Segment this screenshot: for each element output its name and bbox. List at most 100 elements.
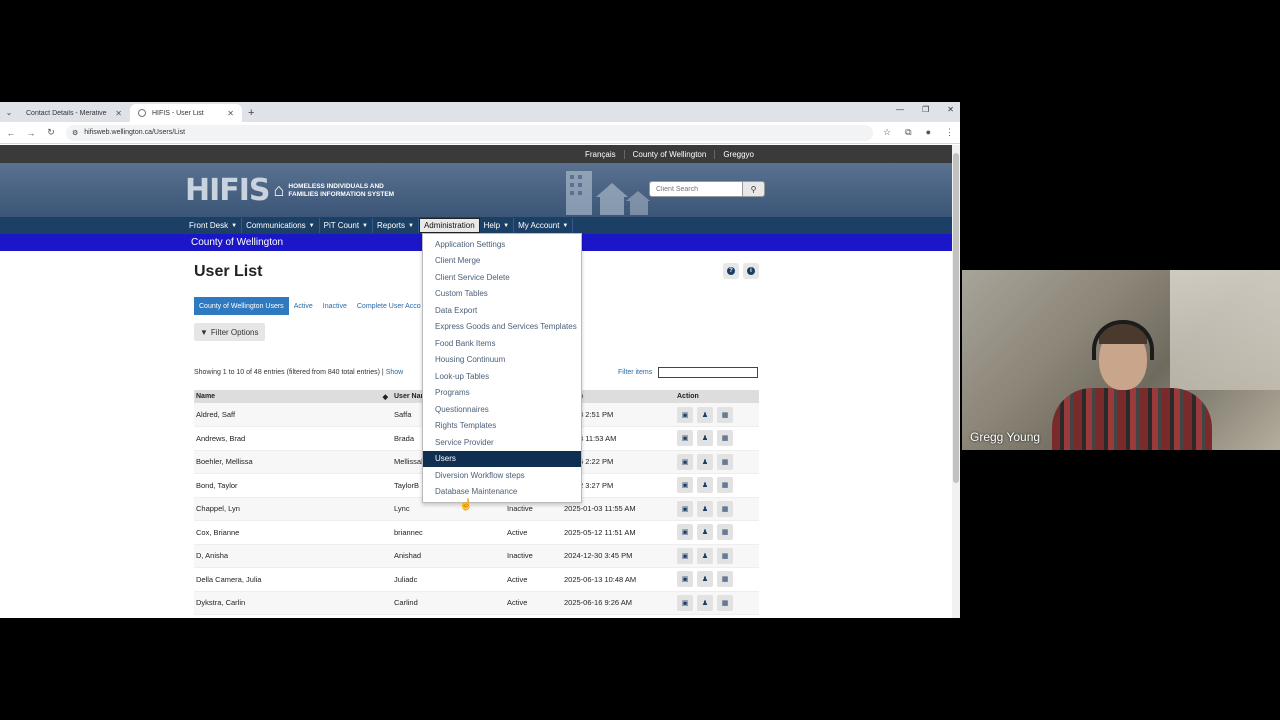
help-button[interactable]: ? [723,263,739,279]
menu-item-diversion-workflow-steps[interactable]: Diversion Workflow steps [423,467,581,484]
person-icon[interactable]: ♟ [697,477,713,494]
menu-item-client-service-delete[interactable]: Client Service Delete [423,269,581,286]
image-icon[interactable]: ▣ [677,453,693,470]
logo-subtitle: HOMELESS INDIVIDUALS AND FAMILIES INFORM… [288,183,394,199]
filter-items-label: Filter items [618,369,653,376]
page-scrollbar[interactable] [952,145,960,618]
image-icon[interactable]: ▣ [677,477,693,494]
menu-item-service-provider[interactable]: Service Provider [423,434,581,451]
menu-kebab-icon[interactable]: ⋮ [945,127,954,138]
image-icon[interactable]: ▣ [677,571,693,588]
search-button[interactable]: ⚲ [743,181,765,197]
cell-actions: ▣ ♟ ▦ [675,426,759,451]
menu-item-client-merge[interactable]: Client Merge [423,253,581,270]
profile-icon[interactable]: ● [926,127,931,138]
table-row: Dykstra, Carlin Carlind Active 2025-06-1… [194,591,759,615]
image-icon[interactable]: ▣ [677,547,693,564]
tab-contact-details[interactable]: Contact Details - Merative Soci ✕ [18,104,130,122]
person-icon[interactable]: ♟ [697,500,713,517]
menu-item-users[interactable]: Users [423,450,581,467]
bookmark-star-icon[interactable]: ☆ [883,127,891,138]
person-icon[interactable]: ♟ [697,453,713,470]
chevron-down-icon: ▼ [408,222,414,229]
grid-icon[interactable]: ▦ [717,500,733,517]
top-utility-bar: Français County of Wellington Greggyo [0,145,952,163]
organization-link[interactable]: County of Wellington [623,149,715,159]
col-name[interactable]: Name ◆ [194,390,392,403]
menu-item-rights-templates[interactable]: Rights Templates [423,418,581,435]
nav-label: Reports [377,221,406,230]
info-button[interactable]: i [743,263,759,279]
image-icon[interactable]: ▣ [677,500,693,517]
scrollbar-thumb[interactable] [953,153,959,483]
nav-my-account[interactable]: My Account ▼ [514,218,574,233]
browser-window: ⌄ Contact Details - Merative Soci ✕ HIFI… [0,102,960,618]
nav-label: My Account [518,221,560,230]
tab-user-list[interactable]: HIFIS - User List ✕ [130,104,242,122]
grid-icon[interactable]: ▦ [717,524,733,541]
image-icon[interactable]: ▣ [677,406,693,423]
tab-complete-user-access[interactable]: Complete User Acco [352,297,426,315]
grid-icon[interactable]: ▦ [717,430,733,447]
menu-item-express-goods-templates[interactable]: Express Goods and Services Templates [423,319,581,336]
filter-items-input[interactable] [658,367,759,378]
menu-item-database-maintenance[interactable]: Database Maintenance [423,484,581,501]
menu-item-housing-continuum[interactable]: Housing Continuum [423,352,581,369]
minimize-icon[interactable]: — [896,105,904,114]
address-bar: ← → ↻ ⚙ hifisweb.wellington.ca/Users/Lis… [0,122,960,144]
extensions-icon[interactable]: ⧉ [905,127,911,138]
show-link[interactable]: Show [386,369,404,376]
filter-options-button[interactable]: ▼ Filter Options [194,323,265,341]
image-icon[interactable]: ▣ [677,524,693,541]
nav-front-desk[interactable]: Front Desk ▼ [185,218,243,233]
person-icon[interactable]: ♟ [697,406,713,423]
menu-item-custom-tables[interactable]: Custom Tables [423,286,581,303]
hifis-logo[interactable]: HIFIS ⌂ HOMELESS INDIVIDUALS AND FAMILIE… [185,173,394,208]
back-icon[interactable]: ← [6,128,16,138]
grid-icon[interactable]: ▦ [717,477,733,494]
menu-item-food-bank-items[interactable]: Food Bank Items [423,335,581,352]
nav-pit-count[interactable]: PiT Count ▼ [320,218,373,233]
grid-icon[interactable]: ▦ [717,453,733,470]
user-link[interactable]: Greggyo [714,149,762,159]
tab-county-users[interactable]: County of Wellington Users [194,297,289,315]
logo-text: HIFIS [185,173,271,208]
person-icon[interactable]: ♟ [697,547,713,564]
close-window-icon[interactable]: ✕ [947,105,954,114]
grid-icon[interactable]: ▦ [717,571,733,588]
nav-help[interactable]: Help ▼ [480,218,515,233]
menu-item-application-settings[interactable]: Application Settings [423,236,581,253]
grid-icon[interactable]: ▦ [717,594,733,611]
nav-communications[interactable]: Communications ▼ [242,218,320,233]
grid-icon[interactable]: ▦ [717,547,733,564]
image-icon[interactable]: ▣ [677,594,693,611]
menu-item-data-export[interactable]: Data Export [423,302,581,319]
nav-administration[interactable]: Administration [418,218,480,233]
reload-icon[interactable]: ↻ [46,127,56,138]
image-icon[interactable]: ▣ [677,430,693,447]
participant-name: Gregg Young [970,430,1041,444]
client-search-input[interactable] [649,181,743,197]
site-info-icon[interactable]: ⚙ [72,129,78,137]
close-icon[interactable]: ✕ [115,109,122,118]
language-link[interactable]: Français [577,150,624,159]
grid-icon[interactable]: ▦ [717,406,733,423]
url-field[interactable]: ⚙ hifisweb.wellington.ca/Users/List [66,124,874,141]
person-icon[interactable]: ♟ [697,430,713,447]
person-icon[interactable]: ♟ [697,594,713,611]
tab-search-icon[interactable]: ⌄ [0,102,18,122]
tab-inactive[interactable]: Inactive [318,297,352,315]
menu-item-look-up-tables[interactable]: Look-up Tables [423,368,581,385]
entries-text: Showing 1 to 10 of 48 entries (filtered … [194,369,384,376]
close-icon[interactable]: ✕ [227,109,234,118]
person-icon[interactable]: ♟ [697,524,713,541]
nav-reports[interactable]: Reports ▼ [373,218,419,233]
info-icon: i [747,267,755,275]
menu-item-programs[interactable]: Programs [423,385,581,402]
person-icon[interactable]: ♟ [697,571,713,588]
menu-item-questionnaires[interactable]: Questionnaires [423,401,581,418]
tab-active[interactable]: Active [289,297,318,315]
new-tab-button[interactable]: + [242,104,260,122]
restore-icon[interactable]: ❐ [922,105,929,114]
forward-icon[interactable]: → [26,128,36,138]
